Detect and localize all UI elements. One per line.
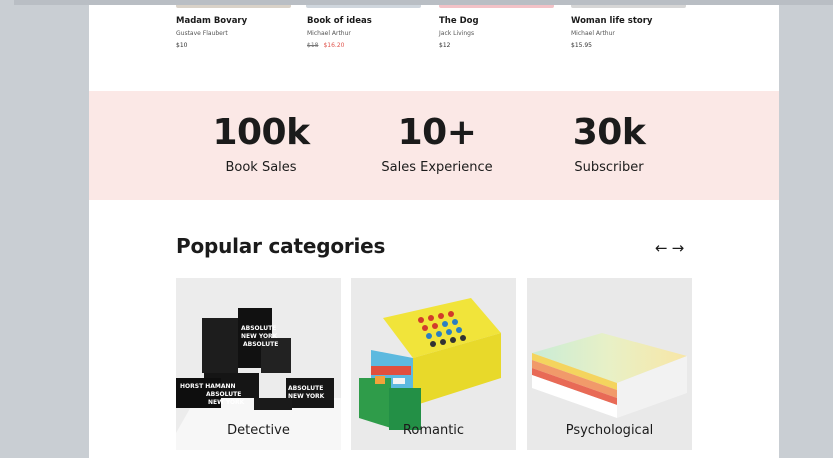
book-cover-edge[interactable] — [306, 5, 421, 8]
book-price: $12 — [439, 41, 559, 50]
category-card-detective[interactable]: ABSOLUTE NEW YORK ABSOLUTE HORST HAMANN … — [176, 278, 341, 450]
book-cover-edge[interactable] — [439, 5, 554, 8]
price-value: $10 — [176, 42, 188, 49]
svg-text:ABSOLUTE: ABSOLUTE — [206, 391, 241, 398]
svg-text:ABSOLUTE: ABSOLUTE — [241, 325, 276, 332]
svg-text:ABSOLUTE: ABSOLUTE — [288, 385, 323, 392]
book-author: Michael Arthur — [307, 30, 351, 37]
stat-label: Book Sales — [225, 160, 297, 175]
book-title[interactable]: The Dog — [439, 16, 559, 27]
old-price: $18 — [307, 42, 319, 49]
book-item[interactable]: Book of ideas Michael Arthur $18 $16.20 — [307, 16, 427, 50]
stat-sales-experience: 10+ Sales Experience — [357, 113, 517, 177]
stats-band: 100k Book Sales 10+ Sales Experience 30k… — [89, 91, 779, 200]
book-title[interactable]: Madam Bovary — [176, 16, 296, 27]
category-label: Detective — [227, 423, 290, 438]
stat-value: 30k — [572, 112, 646, 153]
stat-book-sales: 100k Book Sales — [181, 113, 341, 177]
book-author: Gustave Flaubert — [176, 30, 228, 37]
book-item[interactable]: Woman life story Michael Arthur $15.95 — [571, 16, 691, 50]
book-author: Jack Livings — [439, 30, 475, 37]
stat-value: 100k — [212, 112, 310, 153]
carousel-controls: ← → — [655, 240, 684, 256]
stat-value: 10+ — [397, 112, 477, 153]
book-title[interactable]: Woman life story — [571, 16, 691, 27]
book-item[interactable]: Madam Bovary Gustave Flaubert $10 — [176, 16, 296, 50]
window-left-edge — [0, 0, 14, 458]
page-content: Madam Bovary Gustave Flaubert $10 Book o… — [89, 5, 779, 458]
book-author: Michael Arthur — [571, 30, 615, 37]
category-label: Psychological — [565, 423, 654, 438]
stat-label: Sales Experience — [381, 160, 493, 175]
section-title: Popular categories — [176, 234, 386, 258]
book-price: $10 — [176, 41, 296, 50]
svg-text:ABSOLUTE: ABSOLUTE — [243, 341, 278, 348]
stat-subscriber: 30k Subscriber — [529, 113, 689, 177]
sale-price: $16.20 — [323, 42, 345, 49]
book-price: $15.95 — [571, 41, 691, 50]
book-title[interactable]: Book of ideas — [307, 16, 427, 27]
book-cover-edge[interactable] — [176, 5, 291, 8]
arrow-right-icon[interactable]: → — [672, 240, 685, 256]
price-value: $12 — [439, 42, 451, 49]
svg-text:NEW YORK: NEW YORK — [288, 393, 325, 400]
category-card-romantic[interactable]: Romantic — [351, 278, 516, 450]
arrow-left-icon[interactable]: ← — [655, 240, 668, 256]
price-value: $15.95 — [571, 42, 592, 49]
book-cover-edge[interactable] — [571, 5, 686, 8]
book-price: $18 $16.20 — [307, 41, 427, 50]
category-label: Romantic — [402, 423, 465, 438]
svg-text:HORST HAMANN: HORST HAMANN — [180, 383, 236, 390]
svg-text:NEW YORK: NEW YORK — [241, 333, 278, 340]
stat-label: Subscriber — [574, 160, 644, 175]
book-item[interactable]: The Dog Jack Livings $12 — [439, 16, 559, 50]
category-card-psychological[interactable]: Psychological — [527, 278, 692, 450]
svg-text:NEW YORK: NEW YORK — [208, 399, 245, 406]
